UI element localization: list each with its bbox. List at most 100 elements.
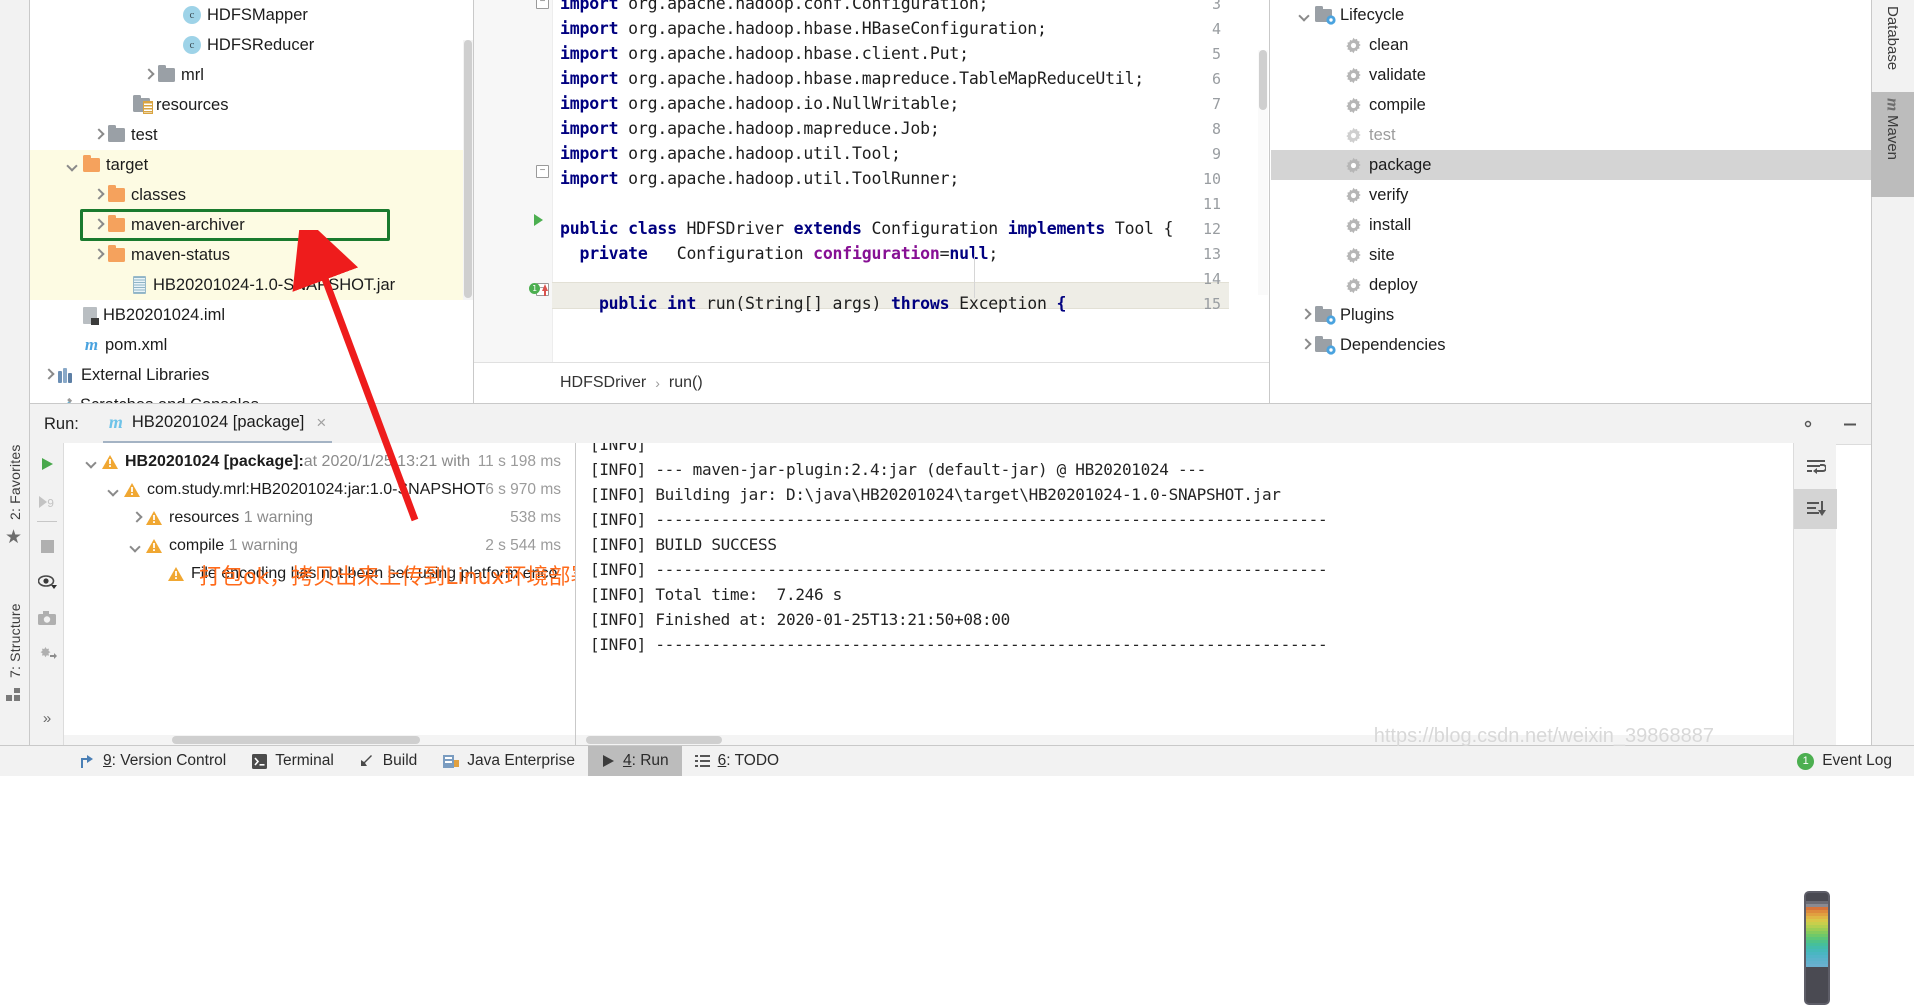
code-line[interactable]: private Configuration configuration=null…	[560, 244, 998, 263]
console-output[interactable]: [INFO] [INFO] --- maven-jar-plugin:2.4:ja…	[576, 443, 1793, 745]
code-line[interactable]: import org.apache.hadoop.conf.Configurat…	[560, 0, 988, 13]
code-line[interactable]: import org.apache.hadoop.io.NullWritable…	[560, 94, 959, 113]
fold-marker-top[interactable]: −	[536, 0, 549, 9]
build-tree-row[interactable]: resources 1 warning 538 ms	[64, 504, 575, 532]
rerun-failed-button[interactable]: 9	[30, 485, 64, 519]
breadcrumb[interactable]: HDFSDriver › run()	[474, 362, 1269, 403]
soft-wrap-button[interactable]	[1794, 447, 1837, 487]
tree-item-resources[interactable]: resources	[30, 90, 473, 120]
chevron-right-icon[interactable]	[1299, 309, 1312, 322]
maven-item-clean[interactable]: clean	[1271, 30, 1871, 60]
gear-icon	[1345, 247, 1362, 264]
tree-item-hdfsmapper[interactable]: c HDFSMapper	[30, 0, 473, 30]
chevron-right-icon[interactable]	[1299, 339, 1312, 352]
build-tree-row[interactable]: compile 1 warning 2 s 544 ms	[64, 532, 575, 560]
tree-item-target[interactable]: target	[30, 150, 473, 180]
tree-item-hb20201024-iml[interactable]: HB20201024.iml	[30, 300, 473, 330]
maven-tool-window[interactable]: Lifecycle clean validate compile test package…	[1271, 0, 1871, 403]
error-stripe-preview[interactable]	[1804, 891, 1830, 1005]
scroll-to-end-button[interactable]	[1794, 489, 1837, 529]
event-log-button[interactable]: 1 Event Log	[1784, 746, 1914, 776]
build-tree-row[interactable]: com.study.mrl:HB20201024:jar:1.0-SNAPSHO…	[64, 476, 575, 504]
statusbar-item-terminal[interactable]: Terminal	[239, 746, 347, 776]
tree-item-hdfsreducer[interactable]: c HDFSReducer	[30, 30, 473, 60]
tree-item-pom-xml[interactable]: m pom.xml	[30, 330, 473, 360]
maven-item-site[interactable]: site	[1271, 240, 1871, 270]
maven-item-verify[interactable]: verify	[1271, 180, 1871, 210]
breadcrumb-class[interactable]: HDFSDriver	[560, 374, 646, 392]
hide-button[interactable]	[1829, 404, 1871, 444]
close-icon[interactable]: ×	[316, 413, 326, 433]
tree-item-test[interactable]: test	[30, 120, 473, 150]
toggle-tasks-icon[interactable]	[30, 637, 64, 671]
code-area[interactable]: 3 import org.apache.hadoop.conf.Configura…	[474, 0, 1269, 363]
build-tree-row[interactable]: HB20201024 [package]: at 2020/1/25 13:21…	[64, 448, 575, 476]
chevron-right-icon[interactable]	[92, 189, 105, 202]
statusbar-item-todo[interactable]: 6: TODO	[682, 746, 792, 776]
statusbar-item-java-enterprise[interactable]: Java Enterprise	[430, 746, 588, 776]
code-line[interactable]: import org.apache.hadoop.hbase.HBaseConf…	[560, 19, 1047, 38]
tree-item-maven-archiver[interactable]: maven-archiver	[30, 210, 473, 240]
code-line[interactable]: import org.apache.hadoop.util.Tool;	[560, 144, 901, 163]
sidebar-item-database[interactable]: Database	[1871, 0, 1914, 92]
chevron-down-icon[interactable]	[1299, 9, 1312, 22]
sidebar-item-favorites[interactable]: 2: Favorites	[0, 402, 30, 520]
eye-icon[interactable]	[30, 565, 64, 599]
statusbar-item-version-control[interactable]: 9: Version Control	[66, 746, 239, 776]
maven-item-install[interactable]: install	[1271, 210, 1871, 240]
maven-item-dependencies[interactable]: Dependencies	[1271, 330, 1871, 360]
settings-button[interactable]	[1787, 404, 1829, 444]
event-log-area[interactable]: 1 Event Log	[1784, 746, 1914, 776]
project-tree-scrollbar[interactable]	[463, 40, 473, 300]
override-marker-icon[interactable]: 1	[529, 283, 540, 294]
statusbar-item-build[interactable]: Build	[347, 746, 430, 776]
code-line[interactable]: import org.apache.hadoop.hbase.client.Pu…	[560, 44, 969, 63]
chevron-right-icon[interactable]	[42, 369, 55, 382]
chevron-down-icon[interactable]	[86, 456, 99, 469]
tree-item-scratches-and-consoles[interactable]: Scratches and Consoles	[30, 390, 473, 403]
sidebar-item-maven[interactable]: m Maven	[1871, 92, 1914, 197]
maven-item-validate[interactable]: validate	[1271, 60, 1871, 90]
code-line[interactable]: public class HDFSDriver extends Configur…	[560, 219, 1173, 238]
tree-item-hb20201024-1-0-snapshot-jar[interactable]: HB20201024-1.0-SNAPSHOT.jar	[30, 270, 473, 300]
chevron-right-icon[interactable]	[92, 219, 105, 232]
maven-item-test[interactable]: test	[1271, 120, 1871, 150]
code-line[interactable]: import org.apache.hadoop.mapreduce.Job;	[560, 119, 940, 138]
run-tab[interactable]: m HB20201024 [package] ×	[102, 404, 333, 444]
implements-arrow-icon[interactable]	[542, 284, 548, 296]
chevron-right-icon[interactable]	[142, 69, 155, 82]
tree-item-maven-status[interactable]: maven-status	[30, 240, 473, 270]
camera-icon[interactable]	[30, 601, 64, 635]
statusbar-item-run[interactable]: 4: Run	[587, 746, 682, 776]
tree-item-mrl[interactable]: mrl	[30, 60, 473, 90]
chevron-right-icon[interactable]	[92, 249, 105, 262]
breadcrumb-method[interactable]: run()	[669, 374, 703, 392]
code-line[interactable]: import org.apache.hadoop.hbase.mapreduce…	[560, 69, 1144, 88]
tree-item-classes[interactable]: classes	[30, 180, 473, 210]
chevron-right-icon[interactable]	[130, 512, 143, 525]
code-line[interactable]: public int run(String[] args) throws Exc…	[560, 294, 1066, 313]
tree-item-external-libraries[interactable]: External Libraries	[30, 360, 473, 390]
editor-gutter[interactable]	[474, 0, 553, 363]
sidebar-item-structure[interactable]: 7: Structure	[0, 560, 30, 678]
build-tree-hscrollbar[interactable]	[64, 735, 575, 745]
code-editor[interactable]: 3 import org.apache.hadoop.conf.Configura…	[474, 0, 1270, 403]
more-button[interactable]: »	[30, 701, 64, 735]
fold-marker-imports-end[interactable]: −	[536, 165, 549, 178]
chevron-down-icon[interactable]	[108, 484, 121, 497]
maven-item-plugins[interactable]: Plugins	[1271, 300, 1871, 330]
code-line[interactable]: import org.apache.hadoop.util.ToolRunner…	[560, 169, 959, 188]
run-class-icon[interactable]	[534, 214, 543, 226]
project-tree-panel[interactable]: c HDFSMapper c HDFSReducer mrl resources test t…	[30, 0, 474, 403]
maven-item-compile[interactable]: compile	[1271, 90, 1871, 120]
maven-item-deploy[interactable]: deploy	[1271, 270, 1871, 300]
stop-button[interactable]	[30, 529, 64, 563]
chevron-down-icon[interactable]	[67, 159, 80, 172]
chevron-right-icon[interactable]	[92, 129, 105, 142]
rerun-button[interactable]	[30, 447, 64, 481]
maven-item-package[interactable]: package	[1271, 150, 1871, 180]
build-tree-panel[interactable]: HB20201024 [package]: at 2020/1/25 13:21…	[64, 443, 576, 745]
maven-item-lifecycle[interactable]: Lifecycle	[1271, 0, 1871, 30]
chevron-down-icon[interactable]	[130, 540, 143, 553]
editor-vertical-scrollbar[interactable]	[1258, 50, 1268, 295]
